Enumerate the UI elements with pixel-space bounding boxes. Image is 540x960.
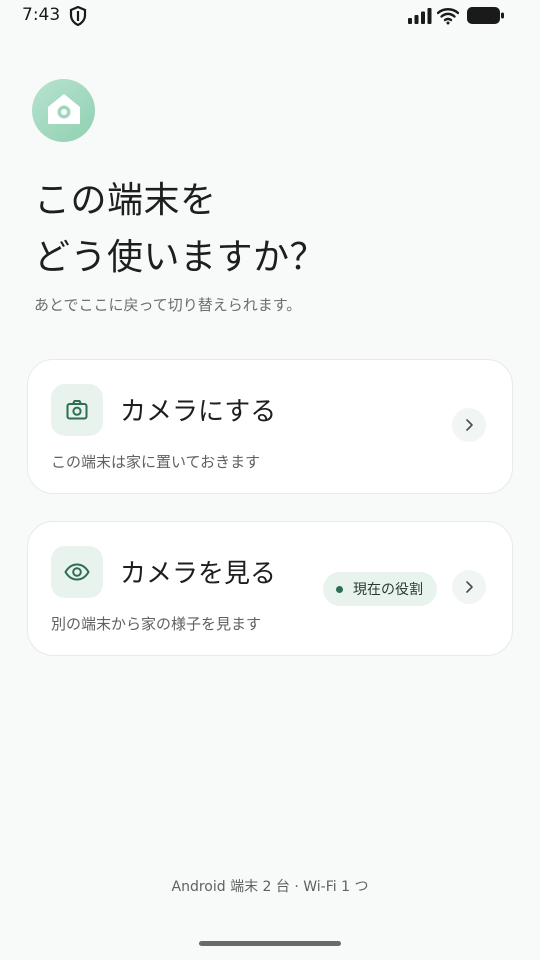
page-subtitle: あとでここに戻って切り替えられます。 [34,296,302,314]
status-dot [336,585,343,593]
option-card-camera[interactable]: カメラにする この端末は家に置いておきます [27,359,513,494]
gesture-navigation-bar[interactable] [199,941,341,946]
battery-icon [467,7,504,24]
home-icon [48,94,80,124]
title-line-1: この端末を [34,180,217,221]
card-title: カメラを見る [120,559,277,589]
signal-icon [408,8,432,24]
app-logo [32,79,95,142]
chevron-right-icon [466,581,473,593]
open-camera-mode-button[interactable] [452,408,486,442]
device-setup-screen: 7:43 この端末を どう使いますか？ あとでここに戻って切り替えられます。 カ… [0,0,540,960]
chevron-right-icon [466,419,473,431]
camera-icon [66,400,88,420]
option-card-viewer[interactable]: カメラを見る 現在の役割 別の端末から家の様子を見ます [27,521,513,656]
card-description: 別の端末から家の様子を見ます [51,615,262,633]
card-description: この端末は家に置いておきます [51,453,261,471]
status-time: 7:43 [22,5,61,25]
open-viewer-mode-button[interactable] [452,570,486,604]
title-line-2: どう使いますか？ [34,237,327,278]
status-bar: 7:43 [0,0,540,32]
wifi-icon [437,8,459,25]
eye-icon [64,563,90,581]
card-title: カメラにする [120,397,277,427]
badge-label: 現在の役割 [353,582,423,598]
page-title: この端末を どう使いますか？ [34,172,504,286]
card-icon-box [51,384,103,436]
footer-note: Android 端末 2 台 · Wi-Fi 1 つ [171,879,369,895]
shield-icon [69,6,87,26]
current-role-badge: 現在の役割 [323,572,437,606]
card-icon-box [51,546,103,598]
